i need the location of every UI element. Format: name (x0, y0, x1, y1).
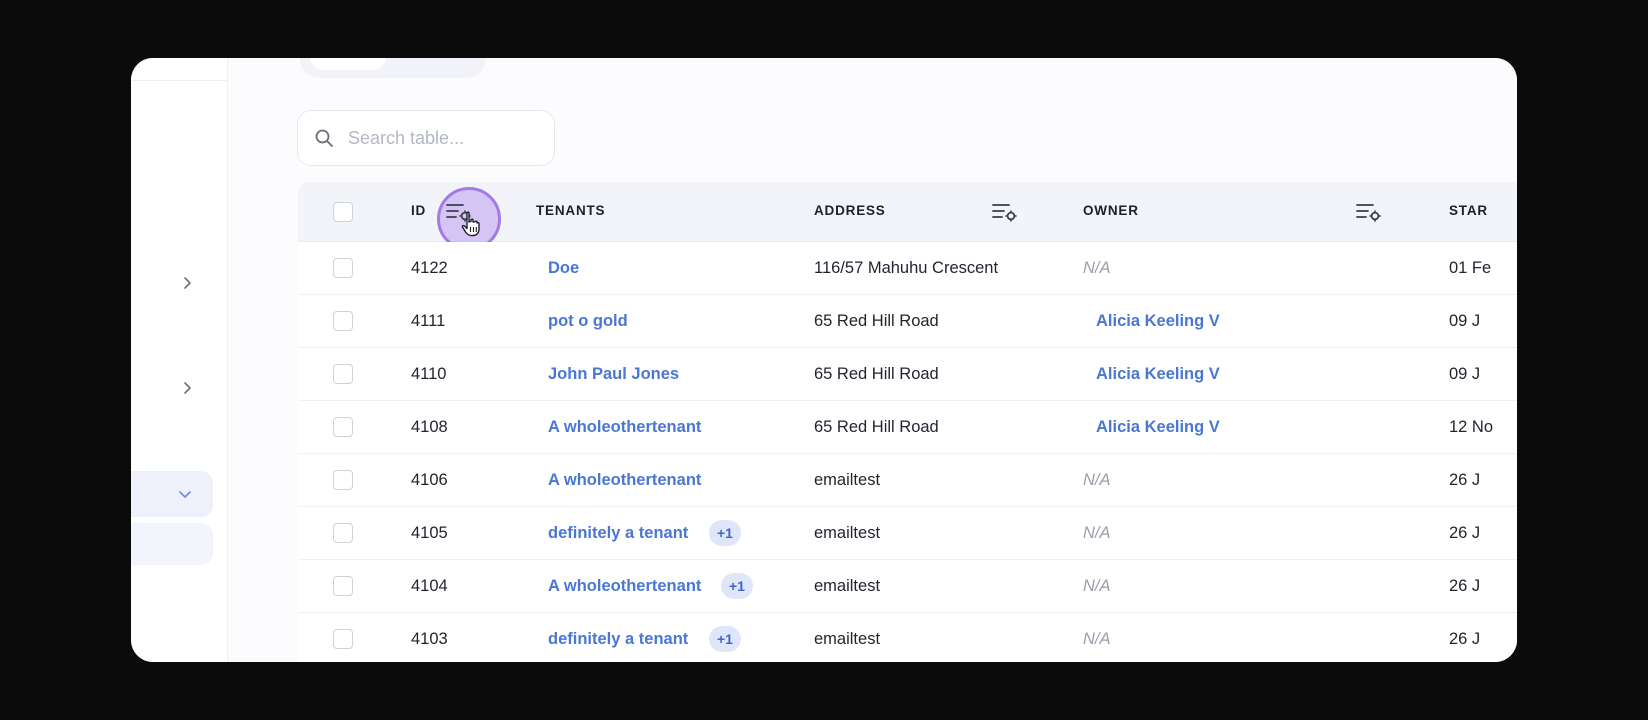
row-start-date: 09 J (1449, 365, 1481, 383)
row-address: 65 Red Hill Road (814, 418, 939, 436)
row-start-date: 26 J (1449, 524, 1481, 542)
search-input[interactable] (348, 127, 538, 149)
row-start-date: 12 No (1449, 418, 1494, 436)
row-address: emailtest (814, 471, 881, 489)
select-all-checkbox[interactable] (333, 202, 353, 222)
row-address: emailtest (814, 577, 881, 595)
owner-na: N/A (1083, 577, 1111, 595)
extra-tenants-badge[interactable]: +1 (709, 626, 741, 652)
tenant-link[interactable]: Doe (548, 259, 579, 278)
row-id: 4104 (411, 577, 448, 595)
owner-na: N/A (1083, 630, 1111, 648)
owner-link[interactable]: Alicia Keeling V (1096, 312, 1220, 331)
row-checkbox[interactable] (333, 629, 353, 649)
tenant-link[interactable]: John Paul Jones (548, 365, 679, 384)
column-header-owner[interactable]: OWNER (1083, 203, 1139, 218)
extra-tenants-badge[interactable]: +1 (709, 520, 741, 546)
pointer-cursor-icon (460, 211, 482, 237)
chevron-down-icon (179, 491, 191, 498)
sidebar-item-active[interactable] (131, 471, 213, 517)
column-header-tenants[interactable]: TENANTS (536, 203, 605, 218)
tenant-link[interactable]: A wholeothertenant (548, 418, 701, 437)
owner-na: N/A (1083, 524, 1111, 542)
owner-link[interactable]: Alicia Keeling V (1096, 418, 1220, 437)
column-header-address[interactable]: ADDRESS (814, 203, 886, 218)
row-id: 4108 (411, 418, 448, 436)
row-id: 4106 (411, 471, 448, 489)
column-filter-icon[interactable] (992, 201, 1018, 223)
row-start-date: 26 J (1449, 577, 1481, 595)
row-start-date: 26 J (1449, 471, 1481, 489)
column-filter-icon[interactable] (1356, 201, 1382, 223)
row-address: 65 Red Hill Road (814, 365, 939, 383)
table-row[interactable]: 4108 A wholeothertenant 65 Red Hill Road Al… (298, 401, 1517, 454)
row-id: 4105 (411, 524, 448, 542)
row-checkbox[interactable] (333, 364, 353, 384)
app-window: R ID TENANTS ADDRESS OWNER STAR 4122Doe1… (131, 58, 1517, 662)
row-checkbox[interactable] (333, 470, 353, 490)
view-toggle-active[interactable] (310, 58, 386, 70)
tenant-link[interactable]: A wholeothertenant (548, 471, 701, 490)
sidebar-collapse[interactable] (178, 487, 192, 501)
row-address: emailtest (814, 630, 881, 648)
row-start-date: 09 J (1449, 312, 1481, 330)
table-row[interactable]: 4110 John Paul Jones 65 Red Hill Road Alici… (298, 348, 1517, 401)
owner-na: N/A (1083, 259, 1111, 277)
chevron-right-icon (184, 382, 191, 394)
tenant-link[interactable]: pot o gold (548, 312, 628, 331)
table-row[interactable]: 4103 definitely a tenant +1 emailtest N/A 26 … (298, 613, 1517, 662)
row-address: emailtest (814, 524, 881, 542)
row-address: 65 Red Hill Road (814, 312, 939, 330)
extra-tenants-badge[interactable]: +1 (721, 573, 753, 599)
column-header-id[interactable]: ID (411, 203, 426, 218)
sidebar-subitem-selected[interactable] (131, 523, 213, 565)
tenant-link[interactable]: definitely a tenant (548, 630, 688, 649)
table-header: ID TENANTS ADDRESS OWNER STAR (298, 182, 1517, 251)
owner-na: N/A (1083, 471, 1111, 489)
row-id: 4122 (411, 259, 448, 277)
table-row[interactable]: 4111 pot o gold 65 Red Hill Road Alicia Kee… (298, 295, 1517, 348)
row-checkbox[interactable] (333, 417, 353, 437)
tenant-link[interactable]: A wholeothertenant (548, 577, 701, 596)
row-start-date: 26 J (1449, 630, 1481, 648)
chevron-right-icon (184, 277, 191, 289)
sidebar-expand-2[interactable] (180, 381, 194, 395)
table-row[interactable]: 4122 Doe 116/57 Mahuhu Crescent N/A 01 Fe (298, 242, 1517, 295)
table-row[interactable]: 4104 A wholeothertenant +1 emailtest N/A 26 J (298, 560, 1517, 613)
view-toggle[interactable] (300, 58, 486, 78)
row-checkbox[interactable] (333, 576, 353, 596)
table-search[interactable] (297, 110, 555, 166)
row-address: 116/57 Mahuhu Crescent (814, 259, 999, 277)
search-icon (315, 129, 333, 147)
row-checkbox[interactable] (333, 523, 353, 543)
table-row[interactable]: 4106 A wholeothertenant emailtest N/A 26 J (298, 454, 1517, 507)
tenant-link[interactable]: definitely a tenant (548, 524, 688, 543)
row-id: 4111 (411, 312, 446, 330)
row-checkbox[interactable] (333, 258, 353, 278)
row-id: 4110 (411, 365, 447, 383)
table-row[interactable]: 4105 definitely a tenant +1 emailtest N/A 26 … (298, 507, 1517, 560)
row-start-date: 01 Fe (1449, 259, 1492, 277)
sidebar (131, 58, 228, 662)
owner-link[interactable]: Alicia Keeling V (1096, 365, 1220, 384)
row-checkbox[interactable] (333, 311, 353, 331)
column-header-start[interactable]: STAR (1449, 203, 1488, 218)
sidebar-expand-1[interactable] (180, 276, 194, 290)
sidebar-divider (131, 80, 228, 81)
row-id: 4103 (411, 630, 448, 648)
